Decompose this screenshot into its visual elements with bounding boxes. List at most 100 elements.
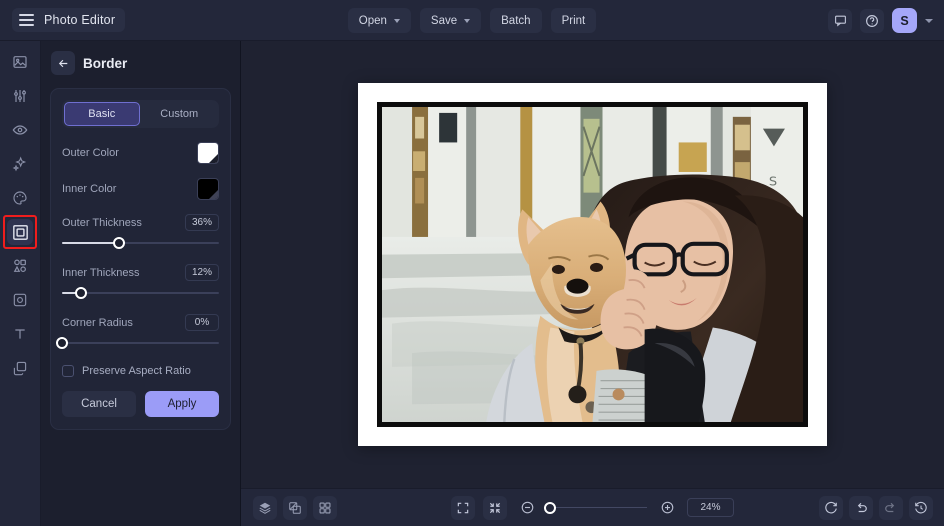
corner-radius-value[interactable]: 0% xyxy=(185,314,219,331)
apply-button[interactable]: Apply xyxy=(145,391,219,417)
tab-basic[interactable]: Basic xyxy=(64,102,140,126)
corner-radius-label: Corner Radius xyxy=(62,317,133,329)
feedback-button[interactable] xyxy=(828,9,852,33)
reset-button[interactable] xyxy=(819,496,843,520)
batch-button[interactable]: Batch xyxy=(490,8,541,33)
print-button-label: Print xyxy=(562,15,586,27)
eye-icon xyxy=(12,122,28,138)
canvas-image[interactable]: S C xyxy=(382,107,803,422)
outer-color-swatch[interactable] xyxy=(197,142,219,164)
comment-icon xyxy=(834,14,847,27)
sidebar-item-text[interactable] xyxy=(7,321,33,347)
layers-stack-icon xyxy=(258,501,272,515)
fit-content-button[interactable] xyxy=(483,496,507,520)
sidebar-item-border[interactable] xyxy=(7,219,33,245)
outer-thickness-slider[interactable] xyxy=(62,236,219,250)
compare-icon xyxy=(288,501,302,515)
photo-illustration: S C xyxy=(382,107,803,422)
redo-button[interactable] xyxy=(879,496,903,520)
inner-thickness-row: Inner Thickness 12% xyxy=(62,264,219,281)
zoom-level-value[interactable]: 24% xyxy=(687,498,733,517)
zoom-in-button[interactable] xyxy=(655,496,679,520)
back-button[interactable] xyxy=(51,51,75,75)
collapse-frame-icon xyxy=(488,501,502,515)
hamburger-icon xyxy=(19,14,34,26)
sidebar-item-effects[interactable] xyxy=(7,151,33,177)
app-menu-button[interactable]: Photo Editor xyxy=(12,8,125,32)
canvas-area[interactable]: S C xyxy=(241,41,944,488)
arrow-left-icon xyxy=(57,57,70,70)
sidebar-item-color[interactable] xyxy=(7,185,33,211)
sidebar-item-retouch[interactable] xyxy=(7,117,33,143)
open-button[interactable]: Open xyxy=(348,8,411,33)
redo-arrow-icon xyxy=(884,501,898,515)
preserve-aspect-ratio-checkbox[interactable] xyxy=(62,365,74,377)
plus-circle-icon xyxy=(660,500,675,515)
panel-header: Border xyxy=(41,41,240,75)
chevron-down-icon xyxy=(464,19,470,23)
image-frame-outer-border: S C xyxy=(358,83,827,446)
zoom-slider-thumb[interactable] xyxy=(544,502,556,514)
inner-color-swatch[interactable] xyxy=(197,178,219,200)
help-circle-icon xyxy=(865,14,879,28)
border-frame-icon xyxy=(12,224,29,241)
zoom-out-button[interactable] xyxy=(515,496,539,520)
save-button[interactable]: Save xyxy=(420,8,481,33)
zoom-slider[interactable] xyxy=(547,501,647,515)
undo-button[interactable] xyxy=(849,496,873,520)
page-title: Border xyxy=(83,56,127,71)
outer-color-row: Outer Color xyxy=(62,142,219,164)
bottom-right-tools xyxy=(819,496,933,520)
border-mode-tabs: Basic Custom xyxy=(62,100,219,128)
corner-radius-slider[interactable] xyxy=(62,336,219,350)
sidebar-item-shapes[interactable] xyxy=(7,253,33,279)
shapes-icon xyxy=(12,258,28,274)
slider-thumb[interactable] xyxy=(113,237,125,249)
print-button[interactable]: Print xyxy=(551,8,597,33)
preserve-aspect-ratio-row[interactable]: Preserve Aspect Ratio xyxy=(62,365,219,377)
slider-fill xyxy=(62,242,119,244)
sidebar-item-adjust[interactable] xyxy=(7,83,33,109)
panel-actions: Cancel Apply xyxy=(62,391,219,417)
sidebar-item-crop[interactable] xyxy=(7,287,33,313)
top-toolbar-user-area: S xyxy=(828,0,933,41)
top-toolbar-actions: Open Save Batch Print xyxy=(0,0,944,41)
history-button[interactable] xyxy=(909,496,933,520)
image-icon xyxy=(12,54,28,70)
bottom-toolbar: 24% xyxy=(241,488,944,526)
palette-icon xyxy=(12,190,28,206)
outer-thickness-value[interactable]: 36% xyxy=(185,214,219,231)
top-toolbar: Photo Editor Open Save Batch Print xyxy=(0,0,944,41)
layers-button[interactable] xyxy=(253,496,277,520)
grid-button[interactable] xyxy=(313,496,337,520)
inner-thickness-value[interactable]: 12% xyxy=(185,264,219,281)
sidebar-item-image[interactable] xyxy=(7,49,33,75)
slider-thumb[interactable] xyxy=(75,287,87,299)
avatar[interactable]: S xyxy=(892,8,917,33)
outer-thickness-row: Outer Thickness 36% xyxy=(62,214,219,231)
expand-frame-icon xyxy=(456,501,470,515)
help-button[interactable] xyxy=(860,9,884,33)
app-title: Photo Editor xyxy=(44,13,115,27)
sidebar-item-layers[interactable] xyxy=(7,355,33,381)
undo-arrow-icon xyxy=(854,501,868,515)
outer-color-label: Outer Color xyxy=(62,147,119,159)
chevron-down-icon xyxy=(394,19,400,23)
photo-editor-app: Photo Editor Open Save Batch Print xyxy=(0,0,944,526)
fit-screen-button[interactable] xyxy=(451,496,475,520)
corner-radius-row: Corner Radius 0% xyxy=(62,314,219,331)
inner-color-row: Inner Color xyxy=(62,178,219,200)
history-clock-icon xyxy=(914,501,928,515)
tool-rail xyxy=(0,41,41,526)
chevron-down-icon[interactable] xyxy=(925,19,933,23)
compare-button[interactable] xyxy=(283,496,307,520)
rotate-refresh-icon xyxy=(824,501,838,515)
tab-custom[interactable]: Custom xyxy=(142,102,218,126)
save-button-label: Save xyxy=(431,15,457,27)
slider-track xyxy=(62,342,219,344)
cancel-button[interactable]: Cancel xyxy=(62,391,136,417)
inner-thickness-slider[interactable] xyxy=(62,286,219,300)
slider-thumb[interactable] xyxy=(56,337,68,349)
sliders-icon xyxy=(12,88,28,104)
sparkles-icon xyxy=(12,156,28,172)
